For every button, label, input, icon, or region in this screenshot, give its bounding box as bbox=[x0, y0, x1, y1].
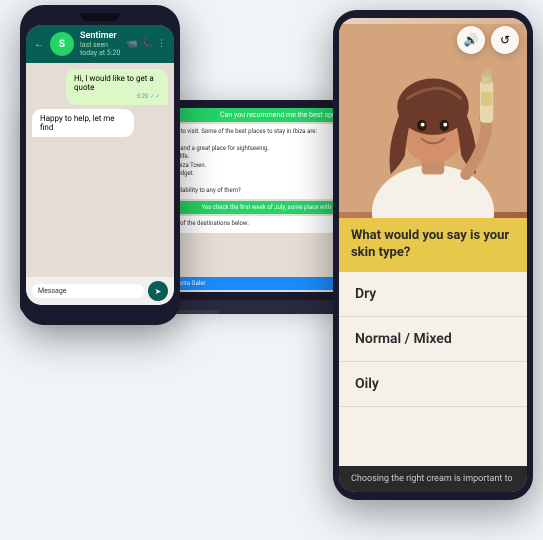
phone-whatsapp: ← S Sentimer last seen today at 5:20 📹 📞… bbox=[20, 5, 180, 325]
skin-option-dry[interactable]: Dry bbox=[339, 272, 527, 317]
replay-button[interactable]: ↺ bbox=[491, 26, 519, 54]
sound-button[interactable]: 🔊 bbox=[457, 26, 485, 54]
read-tick: ✓✓ bbox=[150, 93, 160, 100]
wa-message-text-1: Happy to help, let me find bbox=[40, 114, 126, 132]
voice-call-icon[interactable]: 📞 bbox=[142, 39, 153, 49]
skin-question-area: What would you say is your skin type? bbox=[339, 218, 527, 272]
skin-photo-background: 🔊 ↺ bbox=[339, 18, 527, 218]
wa-message-input[interactable]: Message bbox=[32, 284, 144, 298]
video-call-icon[interactable]: 📹 bbox=[127, 39, 138, 49]
skin-footer: Choosing the right cream is important to bbox=[339, 466, 527, 492]
contact-name: Sentimer bbox=[80, 31, 121, 41]
wa-input-bar: Message ➤ bbox=[26, 277, 174, 305]
wa-message-0: Hi, I would like to get a quote 5:20 ✓✓ bbox=[66, 69, 168, 105]
skin-question-text: What would you say is your skin type? bbox=[351, 228, 515, 262]
phone-skin-type: 🔊 ↺ What would you say is your skin type… bbox=[333, 10, 533, 500]
wa-message-time-0: 5:20 ✓✓ bbox=[74, 93, 160, 100]
menu-icon[interactable]: ⋮ bbox=[157, 39, 166, 49]
wa-message-1: Happy to help, let me find bbox=[32, 109, 134, 137]
back-icon[interactable]: ← bbox=[34, 39, 44, 50]
contact-status: last seen today at 5:20 bbox=[80, 41, 121, 57]
skin-options-list: Dry Normal / Mixed Oily bbox=[339, 272, 527, 466]
wa-chat-area: Hi, I would like to get a quote 5:20 ✓✓ … bbox=[26, 63, 174, 277]
skin-control-icons: 🔊 ↺ bbox=[457, 26, 519, 54]
skin-option-oily[interactable]: Oily bbox=[339, 362, 527, 407]
contact-avatar: S bbox=[50, 32, 74, 56]
wa-send-button[interactable]: ➤ bbox=[148, 281, 168, 301]
phone-screen: ← S Sentimer last seen today at 5:20 📹 📞… bbox=[26, 25, 174, 305]
contact-info: Sentimer last seen today at 5:20 bbox=[80, 31, 121, 57]
scene: Can you recommend me the best spo Ibiza … bbox=[0, 0, 543, 524]
wa-action-icons: 📹 📞 ⋮ bbox=[127, 39, 166, 49]
phone-notch bbox=[80, 13, 120, 21]
wa-header: ← S Sentimer last seen today at 5:20 📹 📞… bbox=[26, 25, 174, 63]
wa-message-text-0: Hi, I would like to get a quote bbox=[74, 74, 160, 92]
skin-option-normal[interactable]: Normal / Mixed bbox=[339, 317, 527, 362]
skin-photo-area: 🔊 ↺ bbox=[339, 18, 527, 218]
skin-phone-screen: 🔊 ↺ What would you say is your skin type… bbox=[339, 18, 527, 492]
